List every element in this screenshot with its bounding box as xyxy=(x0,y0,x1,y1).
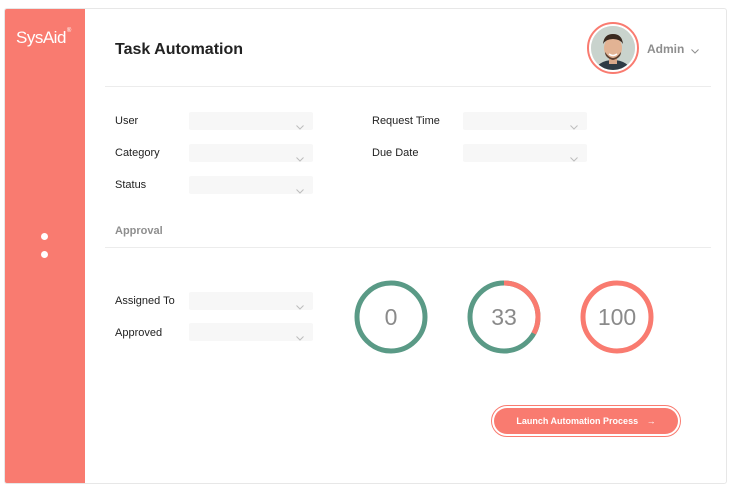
user-select[interactable] xyxy=(189,112,313,130)
category-select[interactable] xyxy=(189,144,313,162)
sysaid-logo[interactable]: SysAid® xyxy=(16,28,71,48)
user-label: User xyxy=(115,115,139,127)
category-label: Category xyxy=(115,147,160,159)
request-time-select[interactable] xyxy=(463,112,587,130)
chevron-down-icon xyxy=(296,117,304,135)
progress-value: 0 xyxy=(384,304,398,330)
progress-ring-100: 100 xyxy=(579,279,655,355)
avatar[interactable] xyxy=(587,22,639,74)
request-time-label: Request Time xyxy=(372,115,440,127)
chevron-down-icon xyxy=(296,297,304,315)
avatar-photo xyxy=(591,26,635,70)
progress-ring-0: 0 xyxy=(353,279,429,355)
admin-menu[interactable]: Admin xyxy=(647,42,699,57)
due-date-select[interactable] xyxy=(463,144,587,162)
chevron-down-icon xyxy=(570,117,578,135)
launch-button-label: Launch Automation Process xyxy=(516,416,639,426)
sidebar-dot-1[interactable] xyxy=(41,233,48,240)
app-frame: SysAid® Task Automation Admin User Categ… xyxy=(4,8,727,484)
admin-name: Admin xyxy=(647,42,685,56)
assigned-to-label: Assigned To xyxy=(115,295,175,307)
header-divider xyxy=(105,86,711,87)
chevron-down-icon xyxy=(570,149,578,167)
progress-value: 100 xyxy=(597,304,637,330)
chevron-down-icon xyxy=(296,149,304,167)
launch-automation-button[interactable]: Launch Automation Process → xyxy=(491,405,681,437)
approval-section-title: Approval xyxy=(115,225,163,237)
approval-divider xyxy=(105,247,711,248)
chevron-down-icon xyxy=(296,181,304,199)
page-title: Task Automation xyxy=(115,41,244,58)
chevron-down-icon xyxy=(690,43,699,57)
sidebar-dot-2[interactable] xyxy=(41,251,48,258)
assigned-to-select[interactable] xyxy=(189,292,313,310)
launch-button-fill: Launch Automation Process → xyxy=(494,408,678,434)
status-label: Status xyxy=(115,179,147,191)
due-date-label: Due Date xyxy=(372,147,419,159)
progress-value: 33 xyxy=(491,304,517,330)
sidebar: SysAid® xyxy=(5,9,85,483)
status-select[interactable] xyxy=(189,176,313,194)
chevron-down-icon xyxy=(296,328,304,346)
approved-select[interactable] xyxy=(189,323,313,341)
progress-ring-33: 33 xyxy=(466,279,542,355)
approved-label: Approved xyxy=(115,327,163,339)
arrow-right-icon: → xyxy=(646,416,656,426)
